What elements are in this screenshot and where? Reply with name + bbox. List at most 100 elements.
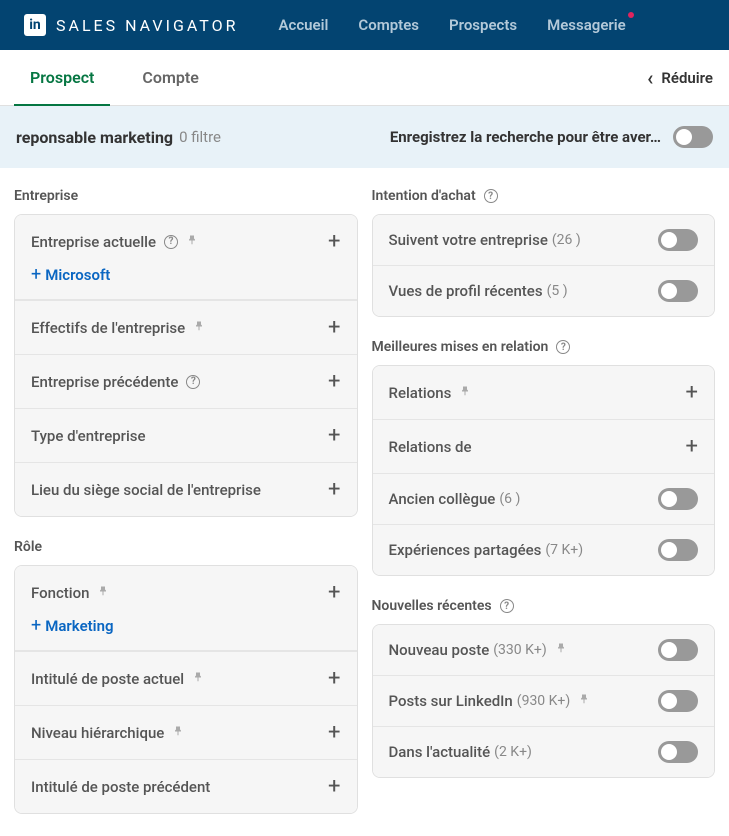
plus-icon: + bbox=[31, 615, 41, 636]
group-entreprise: Entreprise actuelle ? + +Microsoft Effec… bbox=[14, 214, 358, 517]
filter-effectifs[interactable]: Effectifs de l'entreprise + bbox=[15, 301, 357, 355]
filter-relations-de[interactable]: Relations de + bbox=[373, 420, 715, 474]
filter-label: Dans l'actualité bbox=[389, 743, 491, 761]
toggle-vues[interactable] bbox=[658, 280, 698, 302]
help-icon[interactable]: ? bbox=[500, 599, 514, 613]
expand-icon[interactable]: + bbox=[328, 720, 340, 745]
filter-label: Posts sur LinkedIn bbox=[389, 692, 513, 710]
section-intent-title: Intention d'achat ? bbox=[372, 188, 716, 204]
tabs-row: Prospect Compte ‹ Réduire bbox=[0, 50, 729, 106]
help-icon[interactable]: ? bbox=[186, 375, 200, 389]
section-news-title: Nouvelles récentes ? bbox=[372, 598, 716, 614]
count: (6 ) bbox=[499, 491, 520, 507]
expand-icon[interactable]: + bbox=[686, 380, 698, 405]
expand-icon[interactable]: + bbox=[328, 666, 340, 691]
toggle-actualite[interactable] bbox=[658, 741, 698, 763]
filter-label: Expériences partagées bbox=[389, 541, 542, 559]
filter-experiences-partagees: Expériences partagées (7 K+) bbox=[373, 525, 715, 575]
pin-icon[interactable] bbox=[193, 320, 205, 336]
filter-niveau-hierarchique[interactable]: Niveau hiérarchique + bbox=[15, 706, 357, 760]
filter-suivent-entreprise: Suivent votre entreprise (26 ) bbox=[373, 215, 715, 266]
filter-label: Ancien collègue bbox=[389, 490, 496, 508]
toggle-nouveau-poste[interactable] bbox=[658, 639, 698, 661]
count: (930 K+) bbox=[517, 693, 570, 709]
reduce-button[interactable]: ‹ Réduire bbox=[647, 66, 713, 90]
pin-icon[interactable] bbox=[192, 671, 204, 687]
save-search-toggle[interactable] bbox=[673, 126, 713, 148]
help-icon[interactable]: ? bbox=[556, 340, 570, 354]
chip-microsoft[interactable]: +Microsoft bbox=[31, 264, 110, 285]
nav-messagerie[interactable]: Messagerie bbox=[547, 16, 626, 34]
filter-siege-social[interactable]: Lieu du siège social de l'entreprise + bbox=[15, 463, 357, 516]
expand-icon[interactable]: + bbox=[686, 434, 698, 459]
section-bestpath-title: Meilleures mises en relation ? bbox=[372, 339, 716, 355]
group-news: Nouveau poste (330 K+) Posts sur LinkedI… bbox=[372, 624, 716, 778]
count: (2 K+) bbox=[494, 744, 532, 760]
expand-icon[interactable]: + bbox=[328, 477, 340, 502]
filter-intitule-precedent[interactable]: Intitulé de poste précédent + bbox=[15, 760, 357, 813]
expand-icon[interactable]: + bbox=[328, 369, 340, 394]
pin-icon[interactable] bbox=[555, 642, 567, 658]
group-intent: Suivent votre entreprise (26 ) Vues de p… bbox=[372, 214, 716, 317]
filter-fonction[interactable]: Fonction + bbox=[15, 566, 357, 619]
filter-columns: Entreprise Entreprise actuelle ? + +Micr… bbox=[0, 168, 729, 836]
notification-dot-icon bbox=[628, 12, 634, 18]
reduce-label: Réduire bbox=[661, 69, 713, 87]
linkedin-logo-icon[interactable]: in bbox=[24, 14, 46, 36]
section-entreprise-title: Entreprise bbox=[14, 188, 358, 204]
nav-comptes[interactable]: Comptes bbox=[358, 16, 419, 34]
right-column: Intention d'achat ? Suivent votre entrep… bbox=[372, 188, 716, 836]
filter-count: 0 filtre bbox=[179, 128, 221, 146]
filter-ancien-collegue: Ancien collègue (6 ) bbox=[373, 474, 715, 525]
section-label: Meilleures mises en relation bbox=[372, 339, 549, 355]
toggle-partagees[interactable] bbox=[658, 539, 698, 561]
expand-icon[interactable]: + bbox=[328, 580, 340, 605]
pin-icon[interactable] bbox=[172, 725, 184, 741]
search-term: reponsable marketing bbox=[16, 128, 173, 147]
pin-icon[interactable] bbox=[459, 385, 471, 401]
filter-entreprise-precedente[interactable]: Entreprise précédente ? + bbox=[15, 355, 357, 409]
filter-label: Effectifs de l'entreprise bbox=[31, 319, 185, 337]
filter-label: Intitulé de poste actuel bbox=[31, 670, 184, 688]
nav-prospects[interactable]: Prospects bbox=[449, 16, 517, 34]
section-label: Intention d'achat bbox=[372, 188, 476, 204]
pin-icon[interactable] bbox=[186, 234, 198, 250]
pin-icon[interactable] bbox=[578, 693, 590, 709]
filter-posts-linkedin: Posts sur LinkedIn (930 K+) bbox=[373, 676, 715, 727]
filter-label: Intitulé de poste précédent bbox=[31, 778, 210, 796]
save-search-label: Enregistrez la recherche pour être aver… bbox=[390, 128, 661, 146]
filter-label: Nouveau poste bbox=[389, 641, 490, 659]
filter-label: Suivent votre entreprise bbox=[389, 231, 548, 249]
toggle-suivent[interactable] bbox=[658, 229, 698, 251]
expand-icon[interactable]: + bbox=[328, 774, 340, 799]
nav-messagerie-label: Messagerie bbox=[547, 16, 626, 34]
expand-icon[interactable]: + bbox=[328, 423, 340, 448]
filter-label: Type d'entreprise bbox=[31, 427, 146, 445]
count: (26 ) bbox=[552, 232, 581, 248]
expand-icon[interactable]: + bbox=[328, 229, 340, 254]
toggle-collegue[interactable] bbox=[658, 488, 698, 510]
brand-label: SALES NAVIGATOR bbox=[56, 16, 239, 35]
help-icon[interactable]: ? bbox=[484, 189, 498, 203]
tab-prospect[interactable]: Prospect bbox=[30, 50, 94, 105]
filter-type-entreprise[interactable]: Type d'entreprise + bbox=[15, 409, 357, 463]
filter-label: Vues de profil récentes bbox=[389, 282, 543, 300]
filter-entreprise-actuelle[interactable]: Entreprise actuelle ? + bbox=[15, 215, 357, 268]
filter-label: Entreprise actuelle bbox=[31, 233, 156, 251]
toggle-posts[interactable] bbox=[658, 690, 698, 712]
filter-intitule-actuel[interactable]: Intitulé de poste actuel + bbox=[15, 652, 357, 706]
count: (330 K+) bbox=[493, 642, 546, 658]
filter-label: Relations de bbox=[389, 438, 472, 456]
pin-icon[interactable] bbox=[97, 585, 109, 601]
chevron-left-icon: ‹ bbox=[647, 66, 653, 90]
search-summary-bar: reponsable marketing 0 filtre Enregistre… bbox=[0, 106, 729, 168]
nav-accueil[interactable]: Accueil bbox=[279, 16, 329, 34]
filter-relations[interactable]: Relations + bbox=[373, 366, 715, 420]
tab-compte[interactable]: Compte bbox=[142, 50, 198, 105]
help-icon[interactable]: ? bbox=[164, 235, 178, 249]
section-label: Nouvelles récentes bbox=[372, 598, 492, 614]
group-role: Fonction + +Marketing Intitulé de poste … bbox=[14, 565, 358, 814]
chip-marketing[interactable]: +Marketing bbox=[31, 615, 114, 636]
filter-nouveau-poste: Nouveau poste (330 K+) bbox=[373, 625, 715, 676]
expand-icon[interactable]: + bbox=[328, 315, 340, 340]
